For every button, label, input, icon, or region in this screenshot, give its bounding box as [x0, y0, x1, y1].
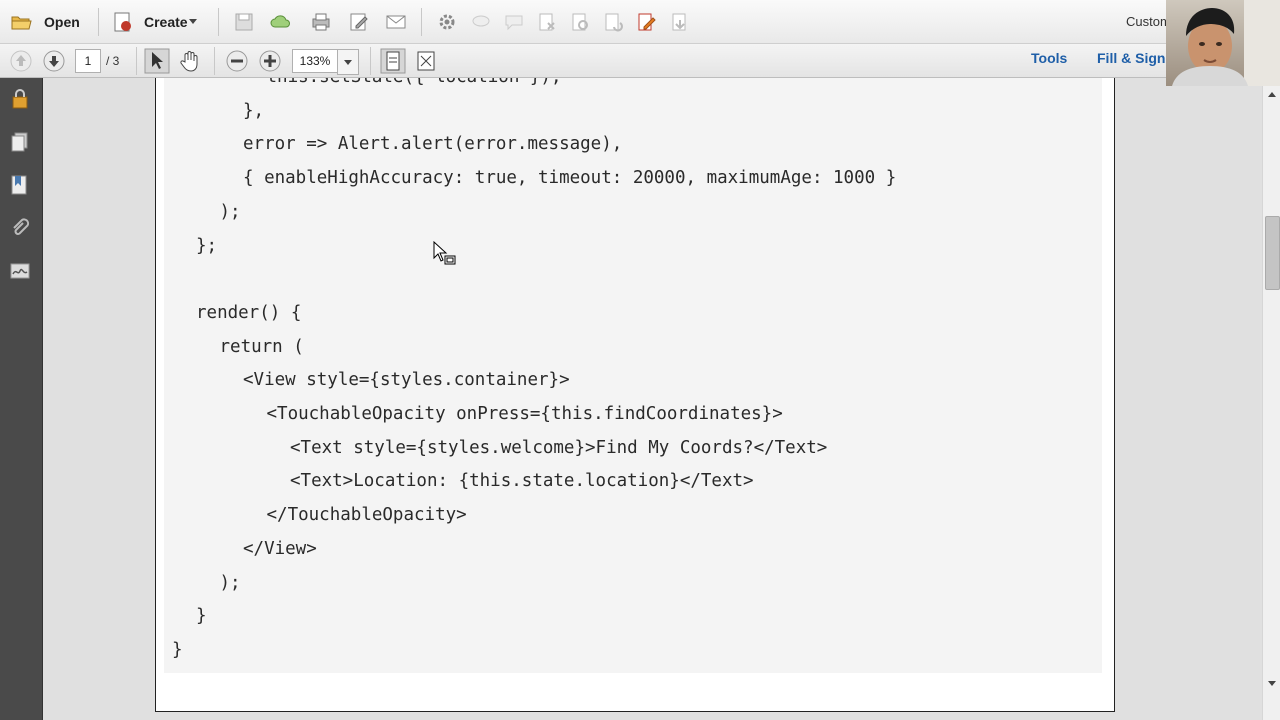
fit-page-icon[interactable] [380, 48, 406, 74]
toolbar-divider [370, 47, 371, 75]
toolbar-divider [98, 8, 99, 36]
document-viewport[interactable]: this.setState({ location });}, error => A… [43, 78, 1262, 720]
zoom-out-icon[interactable] [224, 48, 250, 74]
code-line: <Text style={styles.welcome}>Find My Coo… [290, 437, 828, 458]
code-line: render() { [196, 302, 302, 323]
page-thumbnails-icon[interactable] [9, 131, 31, 153]
code-line: } [196, 606, 207, 627]
page-total: / 3 [106, 54, 120, 68]
zoom-in-icon[interactable] [257, 48, 283, 74]
toolbar-divider [218, 8, 219, 36]
page-magnifier-icon[interactable] [569, 11, 591, 33]
toolbar-divider [214, 47, 215, 75]
chevron-down-icon[interactable] [189, 19, 197, 25]
cloud-upload-icon[interactable] [270, 11, 292, 33]
code-block: this.setState({ location });}, error => A… [164, 78, 1102, 673]
code-line: <View style={styles.container}> [243, 370, 570, 391]
code-line: error => Alert.alert(error.message), [243, 134, 623, 155]
toolbar-divider [421, 8, 422, 36]
signature-icon[interactable] [9, 260, 31, 282]
arrow-up-icon[interactable] [8, 48, 34, 74]
code-line: </TouchableOpacity> [266, 505, 467, 526]
paperclip-icon[interactable] [9, 217, 31, 239]
folder-open-icon[interactable] [10, 11, 32, 33]
create-pdf-icon[interactable] [112, 11, 134, 33]
code-line: ); [219, 201, 241, 222]
vertical-scrollbar[interactable] [1262, 78, 1280, 720]
extract-page-icon[interactable] [669, 11, 691, 33]
main-toolbar: Open Create Custom [0, 0, 1280, 44]
edit-pdf-icon[interactable] [635, 11, 657, 33]
comment-icon[interactable] [470, 11, 492, 33]
save-icon[interactable] [233, 11, 255, 33]
hand-tool-icon[interactable] [177, 48, 203, 74]
scroll-up-button[interactable] [1263, 86, 1280, 102]
presenter-video-image [1172, 0, 1280, 86]
page-number-input[interactable]: 1 [75, 49, 101, 73]
bookmark-icon[interactable] [9, 174, 31, 196]
code-line: }, [243, 100, 265, 121]
fill-sign-link[interactable]: Fill & Sign [1097, 50, 1165, 66]
code-line: <TouchableOpacity onPress={this.findCoor… [266, 404, 783, 424]
email-icon[interactable] [385, 11, 407, 33]
fullscreen-icon[interactable] [413, 48, 439, 74]
rotate-page-icon[interactable] [602, 11, 624, 33]
mouse-cursor-icon [433, 241, 456, 265]
tools-link[interactable]: Tools [1031, 50, 1067, 66]
zoom-level-input[interactable]: 133% [292, 49, 338, 73]
code-line: { enableHighAccuracy: true, timeout: 200… [243, 168, 897, 189]
edit-document-icon[interactable] [348, 11, 370, 33]
zoom-dropdown-button[interactable] [337, 49, 359, 75]
navigation-pane [0, 78, 43, 720]
code-line: this.setState({ location }); [267, 78, 562, 87]
code-line: ); [219, 572, 241, 593]
delete-page-icon[interactable] [536, 11, 558, 33]
arrow-down-icon[interactable] [41, 48, 67, 74]
code-line: </View> [243, 538, 317, 559]
code-line: } [172, 639, 183, 660]
pdf-page: this.setState({ location });}, error => A… [155, 78, 1115, 712]
toolbar-divider [136, 47, 137, 75]
code-line: return ( [219, 336, 304, 357]
navigation-toolbar: 1 / 3 133% Tools Fill & Sign [0, 44, 1280, 78]
gear-icon[interactable] [436, 11, 458, 33]
print-icon[interactable] [310, 11, 332, 33]
scroll-thumb[interactable] [1265, 216, 1280, 290]
open-button[interactable]: Open [44, 8, 80, 36]
reply-comment-icon[interactable] [503, 11, 525, 33]
lock-icon[interactable] [9, 88, 31, 110]
customize-label[interactable]: Custom [1126, 14, 1171, 29]
select-text-cursor-icon[interactable] [144, 48, 170, 74]
webcam-overlay [1166, 0, 1280, 86]
code-line: <Text>Location: {this.state.location}</T… [290, 471, 754, 492]
scroll-down-button[interactable] [1263, 676, 1280, 692]
create-button[interactable]: Create [144, 8, 188, 36]
code-line: }; [196, 235, 218, 256]
